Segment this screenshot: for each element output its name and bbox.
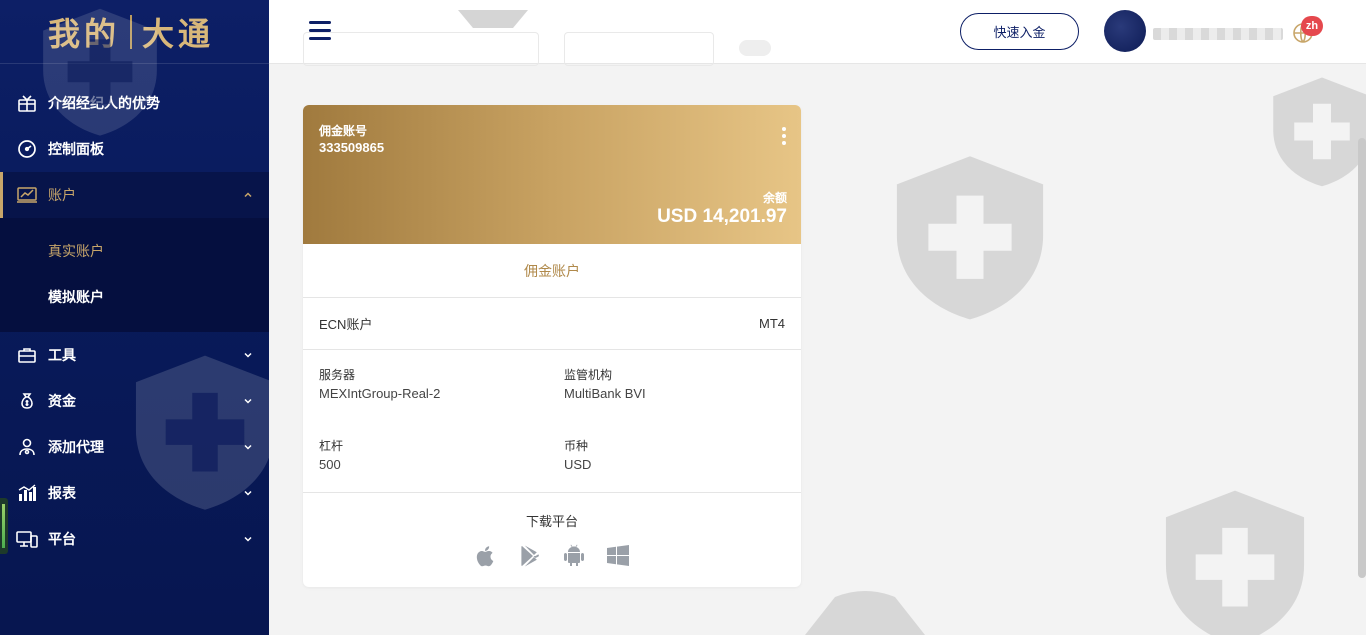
chevron-down-icon [244, 352, 252, 358]
leverage-label: 杠杆 [319, 439, 344, 453]
sidebar-item-reports[interactable]: 报表 [0, 470, 269, 516]
sub-item-live-accounts[interactable]: 真实账户 [0, 228, 269, 274]
more-options-icon[interactable] [781, 127, 787, 147]
chevron-down-icon [244, 490, 252, 496]
chevron-up-icon [244, 192, 252, 198]
regulator-value: MultiBank BVI [564, 386, 646, 401]
chevron-down-icon [244, 444, 252, 450]
currency-label: 币种 [564, 439, 589, 453]
watermark-shield-icon [1273, 77, 1366, 187]
sidebar-item-tools[interactable]: 工具 [0, 332, 269, 378]
sidebar-item-funds[interactable]: 资金 [0, 378, 269, 424]
sidebar-item-label: 报表 [48, 485, 76, 501]
devices-icon [16, 528, 38, 550]
quick-deposit-button[interactable]: 快速入金 [960, 13, 1079, 50]
faded-account-filter[interactable] [564, 32, 714, 66]
android-icon[interactable] [562, 544, 586, 568]
sidebar-item-label: 工具 [48, 347, 76, 363]
user-name-blurred[interactable] [1153, 28, 1283, 40]
sidebar-item-dashboard[interactable]: 控制面板 [0, 126, 269, 172]
chevron-down-icon [244, 398, 252, 404]
account-details: 服务器 MEXIntGroup-Real-2 监管机构 MultiBank BV… [303, 350, 801, 493]
account-card: 佣金账号 333509865 余额 USD 14,201.97 佣金账户 ECN… [303, 105, 801, 587]
sidebar-item-label: 平台 [48, 531, 76, 547]
sidebar: 我的 大通 介绍经纪人的优势 控制面板 账户 真实账户 模拟账户 工具 资金 添… [0, 0, 269, 635]
windows-icon[interactable] [606, 544, 630, 568]
account-type: 佣金账户 [303, 244, 801, 298]
ecn-label: ECN账户 [319, 317, 373, 332]
avatar[interactable] [1104, 10, 1146, 52]
sidebar-item-platforms[interactable]: 平台 [0, 516, 269, 562]
balance-label: 余额 [762, 191, 787, 205]
faded-search-field[interactable] [303, 32, 539, 66]
google-play-icon[interactable] [518, 544, 542, 568]
server-value: MEXIntGroup-Real-2 [319, 386, 441, 401]
side-edge-handle[interactable] [0, 498, 8, 554]
account-row: ECN账户 MT4 [303, 298, 801, 350]
account-number: 333509865 [319, 140, 385, 155]
logo-text-2: 大通 [142, 14, 215, 53]
add-agent-icon [16, 436, 38, 458]
sub-item-label: 真实账户 [48, 243, 104, 259]
apple-icon[interactable] [474, 544, 498, 568]
watermark-shield-icon [896, 156, 1044, 320]
platform-value: MT4 [759, 316, 785, 331]
download-section: 下载平台 [303, 493, 801, 568]
logo-divider [130, 14, 133, 49]
sub-item-label: 模拟账户 [48, 289, 104, 305]
language-badge[interactable]: zh [1301, 16, 1323, 36]
money-bag-icon [16, 390, 38, 412]
accounts-submenu: 真实账户 模拟账户 [0, 218, 269, 332]
top-header: 快速入金 zh [269, 0, 1366, 66]
sub-item-demo-accounts[interactable]: 模拟账户 [0, 274, 269, 320]
regulator-label: 监管机构 [564, 368, 613, 382]
server-label: 服务器 [319, 368, 356, 382]
briefcase-icon [16, 344, 38, 366]
watermark-shield-icon [1165, 490, 1305, 635]
brand-logo[interactable]: 我的 大通 [0, 0, 269, 64]
sidebar-item-ib-advantages[interactable]: 介绍经纪人的优势 [0, 80, 269, 126]
account-number-label: 佣金账号 [319, 124, 368, 138]
account-card-header: 佣金账号 333509865 余额 USD 14,201.97 [303, 105, 801, 244]
sidebar-item-label: 添加代理 [48, 439, 104, 455]
watermark-shield-icon [805, 591, 925, 635]
dashboard-gauge-icon [16, 138, 38, 160]
sidebar-item-label: 资金 [48, 393, 76, 409]
sidebar-item-label: 账户 [48, 187, 76, 203]
faded-toggle[interactable] [739, 32, 859, 66]
download-label: 下载平台 [525, 514, 578, 529]
currency-value: USD [564, 457, 592, 472]
leverage-value: 500 [319, 457, 341, 472]
sidebar-item-accounts[interactable]: 账户 [0, 172, 269, 218]
chevron-down-icon [244, 536, 252, 542]
sidebar-item-label: 介绍经纪人的优势 [48, 95, 160, 111]
accounts-chart-icon [16, 184, 38, 206]
logo-text-1: 我的 [48, 14, 121, 53]
sidebar-item-label: 控制面板 [48, 141, 104, 157]
page-scrollbar[interactable] [1358, 138, 1366, 578]
bar-chart-icon [16, 482, 38, 504]
gift-icon [16, 92, 38, 114]
balance-value: USD 14,201.97 [657, 206, 787, 227]
sidebar-item-add-agent[interactable]: 添加代理 [0, 424, 269, 470]
